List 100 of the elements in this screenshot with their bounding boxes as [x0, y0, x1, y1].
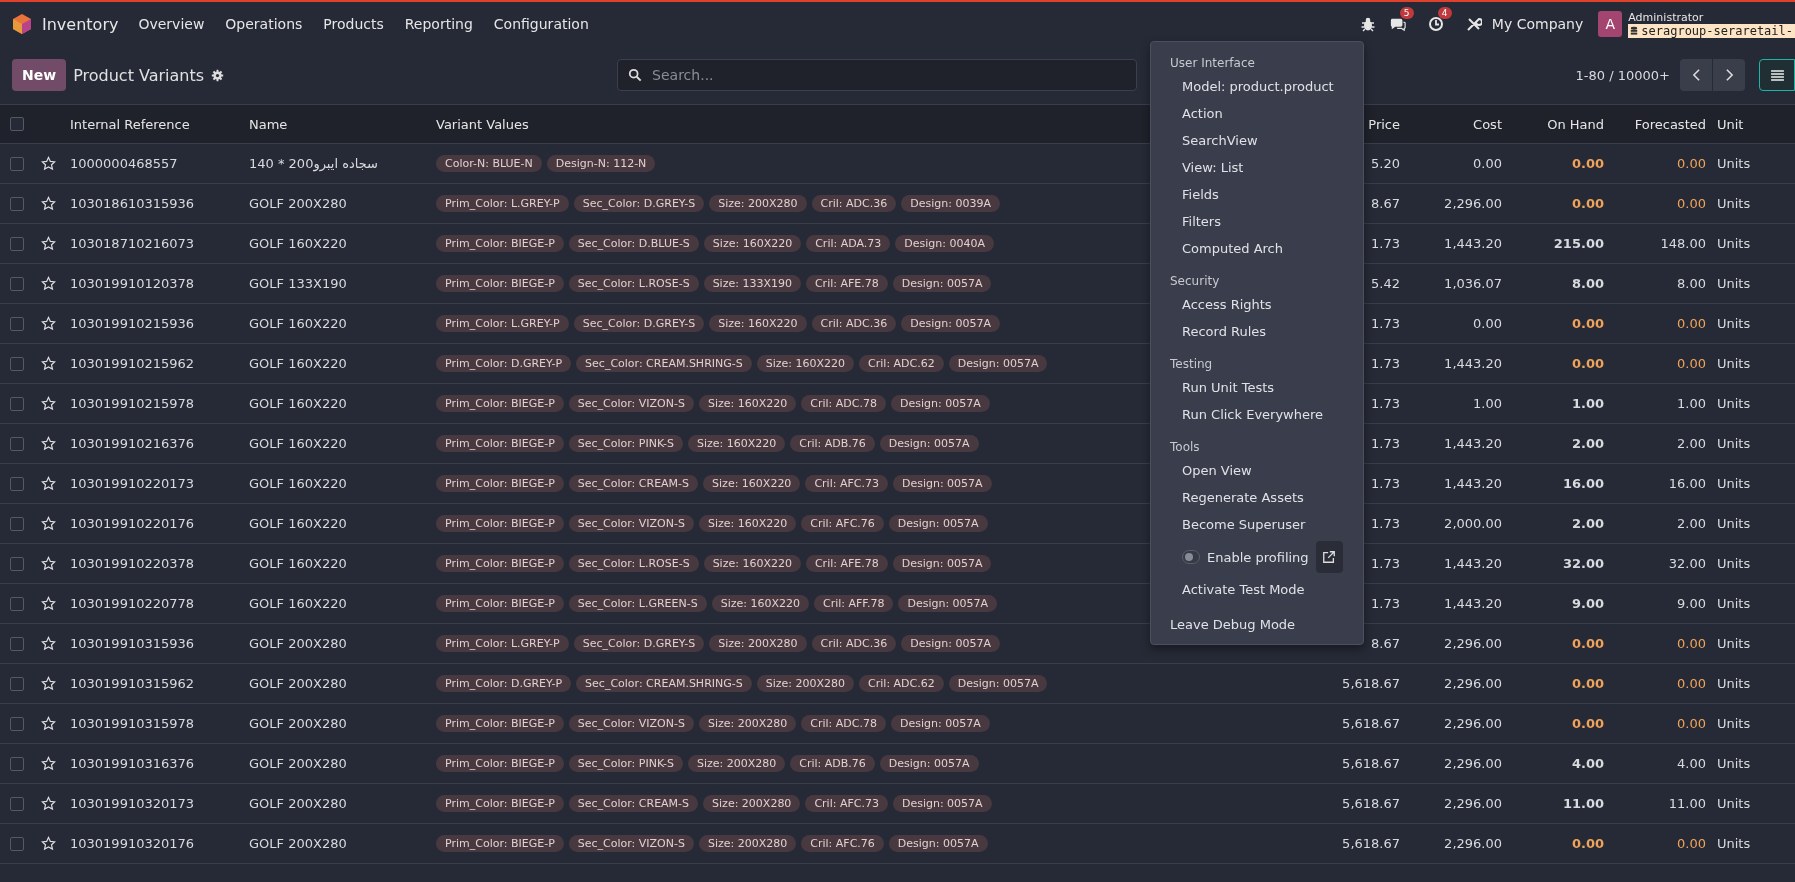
variant-tag: Size: 160X220 [698, 515, 797, 532]
table-cell: 0.00 [1571, 196, 1604, 211]
menu-item[interactable]: Leave Debug Mode [1151, 603, 1363, 640]
menu-item[interactable]: Model: product.product [1151, 73, 1363, 100]
select-all-checkbox[interactable] [10, 117, 24, 131]
menu-item[interactable]: View: List [1151, 154, 1363, 181]
table-cell: Units [1717, 516, 1751, 531]
column-header[interactable]: Unit [1717, 116, 1744, 132]
menu-item[interactable]: Regenerate Assets [1151, 484, 1363, 511]
menu-item[interactable]: Record Rules [1151, 318, 1363, 345]
row-checkbox[interactable] [10, 396, 24, 411]
clock-icon[interactable] [1427, 16, 1444, 32]
new-button[interactable]: New [12, 59, 67, 91]
star-icon[interactable] [41, 396, 56, 411]
row-checkbox[interactable] [10, 516, 24, 531]
table-cell: 148.00 [1660, 236, 1706, 251]
star-icon[interactable] [41, 556, 56, 571]
star-icon[interactable] [41, 836, 56, 851]
row-checkbox[interactable] [10, 276, 24, 291]
table-cell: 103019910315978 [70, 716, 195, 731]
star-icon[interactable] [41, 196, 56, 211]
menu-item[interactable]: Run Unit Tests [1151, 374, 1363, 401]
nav-menu-item[interactable]: Products [323, 16, 384, 32]
table-cell: 8.67 [1371, 636, 1400, 651]
list-view-button[interactable] [1759, 59, 1795, 91]
nav-menu-item[interactable]: Configuration [493, 16, 589, 32]
column-header[interactable]: Name [249, 116, 288, 132]
toggle-switch[interactable] [1182, 550, 1201, 564]
menu-item[interactable]: Filters [1151, 208, 1363, 235]
bug-icon[interactable] [1359, 16, 1376, 32]
row-checkbox[interactable] [10, 596, 24, 611]
star-icon[interactable] [41, 716, 56, 731]
variant-tag: Sec_Color: D.GREY-S [573, 195, 705, 212]
search-field[interactable]: Search... [617, 59, 1138, 91]
variant-tag: Prim_Color: BIEGE-P [436, 795, 564, 812]
cube-logo-icon[interactable] [12, 13, 32, 35]
star-icon[interactable] [41, 356, 56, 371]
star-icon[interactable] [41, 276, 56, 291]
column-header[interactable]: Cost [1473, 116, 1502, 132]
menu-item[interactable]: Open View [1151, 457, 1363, 484]
star-icon[interactable] [41, 796, 56, 811]
row-checkbox[interactable] [10, 636, 24, 651]
table-cell: 0.00 [1677, 836, 1706, 851]
menu-item[interactable]: SearchView [1151, 127, 1363, 154]
chat-icon[interactable] [1389, 16, 1406, 32]
row-checkbox[interactable] [10, 476, 24, 491]
variant-tag: Design: 0040A [895, 235, 995, 252]
star-icon[interactable] [41, 596, 56, 611]
menu-item[interactable]: Activate Test Mode [1151, 576, 1363, 603]
star-icon[interactable] [41, 516, 56, 531]
column-header[interactable]: Price [1368, 116, 1400, 132]
row-checkbox[interactable] [10, 836, 24, 851]
star-icon[interactable] [41, 236, 56, 251]
menu-item[interactable]: Run Click Everywhere [1151, 401, 1363, 428]
row-checkbox[interactable] [10, 676, 24, 691]
row-checkbox[interactable] [10, 356, 24, 371]
table-cell: 0.00 [1677, 676, 1706, 691]
menu-item[interactable]: Access Rights [1151, 291, 1363, 318]
star-icon[interactable] [41, 676, 56, 691]
nav-menu-item[interactable]: Reporting [404, 16, 473, 32]
column-header[interactable]: Forecasted [1634, 116, 1706, 132]
variant-tag: Sec_Color: CREAM.SHRING-S [576, 355, 752, 372]
menu-item[interactable]: Action [1151, 100, 1363, 127]
star-icon[interactable] [41, 316, 56, 331]
row-checkbox[interactable] [10, 716, 24, 731]
star-icon[interactable] [41, 476, 56, 491]
row-checkbox[interactable] [10, 436, 24, 451]
column-header[interactable]: Variant Values [436, 116, 529, 132]
menu-item[interactable]: Become Superuser [1151, 511, 1363, 538]
column-header[interactable]: Internal Reference [70, 116, 190, 132]
open-external-button[interactable] [1315, 541, 1343, 573]
company-switcher[interactable]: My Company [1491, 16, 1584, 32]
row-checkbox[interactable] [10, 236, 24, 251]
row-checkbox[interactable] [10, 316, 24, 331]
message-count-badge: 5 [1399, 7, 1414, 19]
star-icon[interactable] [41, 156, 56, 171]
table-cell: 1.73 [1371, 516, 1400, 531]
row-checkbox[interactable] [10, 796, 24, 811]
menu-item[interactable]: Enable profiling [1207, 549, 1309, 565]
app-name[interactable]: Inventory [42, 14, 119, 34]
menu-item[interactable]: Computed Arch [1151, 235, 1363, 262]
variant-tag: Prim_Color: L.GREY-P [436, 315, 569, 332]
row-checkbox[interactable] [10, 756, 24, 771]
row-checkbox[interactable] [10, 156, 24, 171]
column-header[interactable]: On Hand [1547, 116, 1604, 132]
table-cell: GOLF 133X190 [249, 276, 347, 291]
next-page-button[interactable] [1713, 59, 1745, 91]
user-avatar[interactable]: A [1598, 11, 1623, 37]
star-icon[interactable] [41, 756, 56, 771]
previous-page-button[interactable] [1680, 59, 1712, 91]
row-checkbox[interactable] [10, 556, 24, 571]
star-icon[interactable] [41, 636, 56, 651]
settings-icon[interactable] [211, 68, 225, 82]
row-checkbox[interactable] [10, 196, 24, 211]
variant-tag: Sec_Color: L.GREEN-S [568, 595, 707, 612]
menu-item[interactable]: Fields [1151, 181, 1363, 208]
star-icon[interactable] [41, 436, 56, 451]
nav-menu-item[interactable]: Operations [225, 16, 303, 32]
search-input[interactable]: Search... [650, 66, 1137, 84]
nav-menu-item[interactable]: Overview [138, 16, 205, 32]
